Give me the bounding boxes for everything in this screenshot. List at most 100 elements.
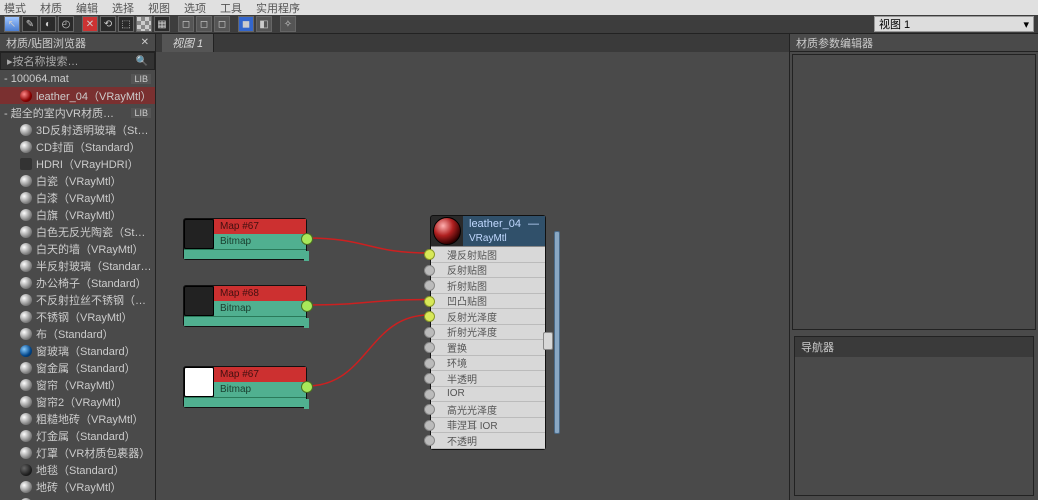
input-pin[interactable]: [424, 435, 435, 446]
menu-item[interactable]: 编辑: [76, 0, 98, 16]
material-item[interactable]: 窗金属（Standard）: [0, 359, 155, 376]
tool-icon[interactable]: ◼: [238, 16, 254, 32]
node-type: VRayMtl: [463, 231, 545, 246]
tab[interactable]: 视图 1: [162, 34, 214, 52]
swatch-icon: [20, 379, 32, 391]
material-node[interactable]: leather_04—VRayMtl漫反射贴图反射贴图折射贴图凹凸贴图反射光泽度…: [430, 215, 546, 450]
material-item[interactable]: 半反射玻璃（Standar…: [0, 257, 155, 274]
material-item[interactable]: 白旗（VRayMtl）: [0, 206, 155, 223]
material-item[interactable]: 灯罩（VR材质包裹器）: [0, 444, 155, 461]
menu-item[interactable]: 实用程序: [256, 0, 300, 16]
material-item[interactable]: 办公椅子（Standard）: [0, 274, 155, 291]
material-item[interactable]: CD封面（Standard）: [0, 138, 155, 155]
tool-icon[interactable]: ◻: [214, 16, 230, 32]
slot-1[interactable]: 反射贴图: [431, 263, 545, 279]
material-item[interactable]: 窗帘2（VRayMtl）: [0, 393, 155, 410]
slot-2[interactable]: 折射贴图: [431, 278, 545, 294]
slot-9[interactable]: IOR: [431, 387, 545, 403]
material-item[interactable]: 不锈钢（VRayMtl）: [0, 308, 155, 325]
collapse-icon[interactable]: —: [528, 218, 539, 230]
map-node[interactable]: Map #67Bitmap: [183, 218, 307, 260]
delete-icon[interactable]: ✕: [82, 16, 98, 32]
output-pin[interactable]: [301, 381, 313, 393]
node-title: leather_04—: [463, 216, 545, 231]
checker-icon[interactable]: [136, 16, 152, 32]
slot-3[interactable]: 凹凸贴图: [431, 294, 545, 310]
node-viewport: 视图 1 Map #67BitmapMap #68BitmapMap #67Bi…: [155, 34, 790, 500]
menu-item[interactable]: 工具: [220, 0, 242, 16]
input-pin[interactable]: [424, 342, 435, 353]
input-pin[interactable]: [424, 327, 435, 338]
material-item[interactable]: 3D反射透明玻璃（St…: [0, 121, 155, 138]
material-item[interactable]: 不反射拉丝不锈钢（…: [0, 291, 155, 308]
slot-12[interactable]: 不透明: [431, 433, 545, 449]
menu-item[interactable]: 选择: [112, 0, 134, 16]
menu-item[interactable]: 选项: [184, 0, 206, 16]
tool-icon[interactable]: ▦: [154, 16, 170, 32]
tool-icon[interactable]: ◻: [196, 16, 212, 32]
material-item[interactable]: 粗糙地砖（VRayMtl）: [0, 410, 155, 427]
material-item[interactable]: leather_04（VRayMtl）: [0, 87, 155, 104]
node-canvas[interactable]: Map #67Bitmap Map #68Bitmap Map #67Bitmap l…: [156, 52, 789, 500]
node-title: Map #67: [214, 367, 306, 382]
slot-11[interactable]: 菲涅耳 IOR: [431, 418, 545, 434]
material-item[interactable]: …: [0, 495, 155, 500]
tab-bar: 视图 1: [156, 34, 789, 52]
tool-icon[interactable]: ⟲: [100, 16, 116, 32]
search-input[interactable]: ▸ 按名称搜索…🔍: [0, 52, 155, 70]
map-node[interactable]: Map #67Bitmap: [183, 366, 307, 408]
menu-item[interactable]: 材质: [40, 0, 62, 16]
close-icon[interactable]: ✕: [141, 37, 149, 48]
slot-0[interactable]: 漫反射贴图: [431, 247, 545, 263]
slot-4[interactable]: 反射光泽度: [431, 309, 545, 325]
map-node[interactable]: Map #68Bitmap: [183, 285, 307, 327]
input-pin[interactable]: [424, 311, 435, 322]
slot-10[interactable]: 高光光泽度: [431, 402, 545, 418]
input-pin[interactable]: [424, 265, 435, 276]
input-pin[interactable]: [424, 358, 435, 369]
menu-bar: 模式 材质 编辑 选择 视图 选项 工具 实用程序: [0, 0, 1038, 15]
material-item[interactable]: 地毯（Standard）: [0, 461, 155, 478]
pointer-icon[interactable]: ↖: [4, 16, 20, 32]
material-item[interactable]: HDRI（VRayHDRI）: [0, 155, 155, 172]
tree-group[interactable]: - 超全的室内VR材质…LIB: [0, 104, 155, 121]
material-item[interactable]: 白漆（VRayMtl）: [0, 189, 155, 206]
material-item[interactable]: 白色无反光陶瓷（St…: [0, 223, 155, 240]
input-pin[interactable]: [424, 296, 435, 307]
input-pin[interactable]: [424, 249, 435, 260]
material-item[interactable]: 灯金属（Standard）: [0, 427, 155, 444]
tool-icon[interactable]: ✧: [280, 16, 296, 32]
swatch-icon: [20, 481, 32, 493]
output-pin[interactable]: [301, 300, 313, 312]
node-title: Map #67: [214, 219, 306, 234]
material-item[interactable]: 布（Standard）: [0, 325, 155, 342]
material-item[interactable]: 白天的墙（VRayMtl）: [0, 240, 155, 257]
material-item[interactable]: 窗玻璃（Standard）: [0, 342, 155, 359]
input-pin[interactable]: [424, 389, 435, 400]
swatch-icon: [20, 209, 32, 221]
output-pin[interactable]: [301, 233, 313, 245]
tool-icon[interactable]: ⬚: [118, 16, 134, 32]
menu-item[interactable]: 模式: [4, 0, 26, 16]
tool-icon[interactable]: ◻: [178, 16, 194, 32]
slot-5[interactable]: 折射光泽度: [431, 325, 545, 341]
material-item[interactable]: 白瓷（VRayMtl）: [0, 172, 155, 189]
material-item[interactable]: 地砖（VRayMtl）: [0, 478, 155, 495]
menu-item[interactable]: 视图: [148, 0, 170, 16]
tool-icon[interactable]: ✎: [22, 16, 38, 32]
slot-6[interactable]: 置换: [431, 340, 545, 356]
tool-icon[interactable]: ◴: [58, 16, 74, 32]
slot-7[interactable]: 环境: [431, 356, 545, 372]
input-pin[interactable]: [424, 420, 435, 431]
material-item[interactable]: 窗帘（VRayMtl）: [0, 376, 155, 393]
input-pin[interactable]: [424, 404, 435, 415]
swatch-icon: [20, 90, 32, 102]
view-dropdown[interactable]: 视图 1: [874, 16, 1034, 32]
slot-8[interactable]: 半透明: [431, 371, 545, 387]
output-pin[interactable]: [543, 332, 553, 350]
tool-icon[interactable]: ◐: [40, 16, 56, 32]
input-pin[interactable]: [424, 280, 435, 291]
tool-icon[interactable]: ◧: [256, 16, 272, 32]
tree-group[interactable]: - 100064.matLIB: [0, 70, 155, 87]
input-pin[interactable]: [424, 373, 435, 384]
